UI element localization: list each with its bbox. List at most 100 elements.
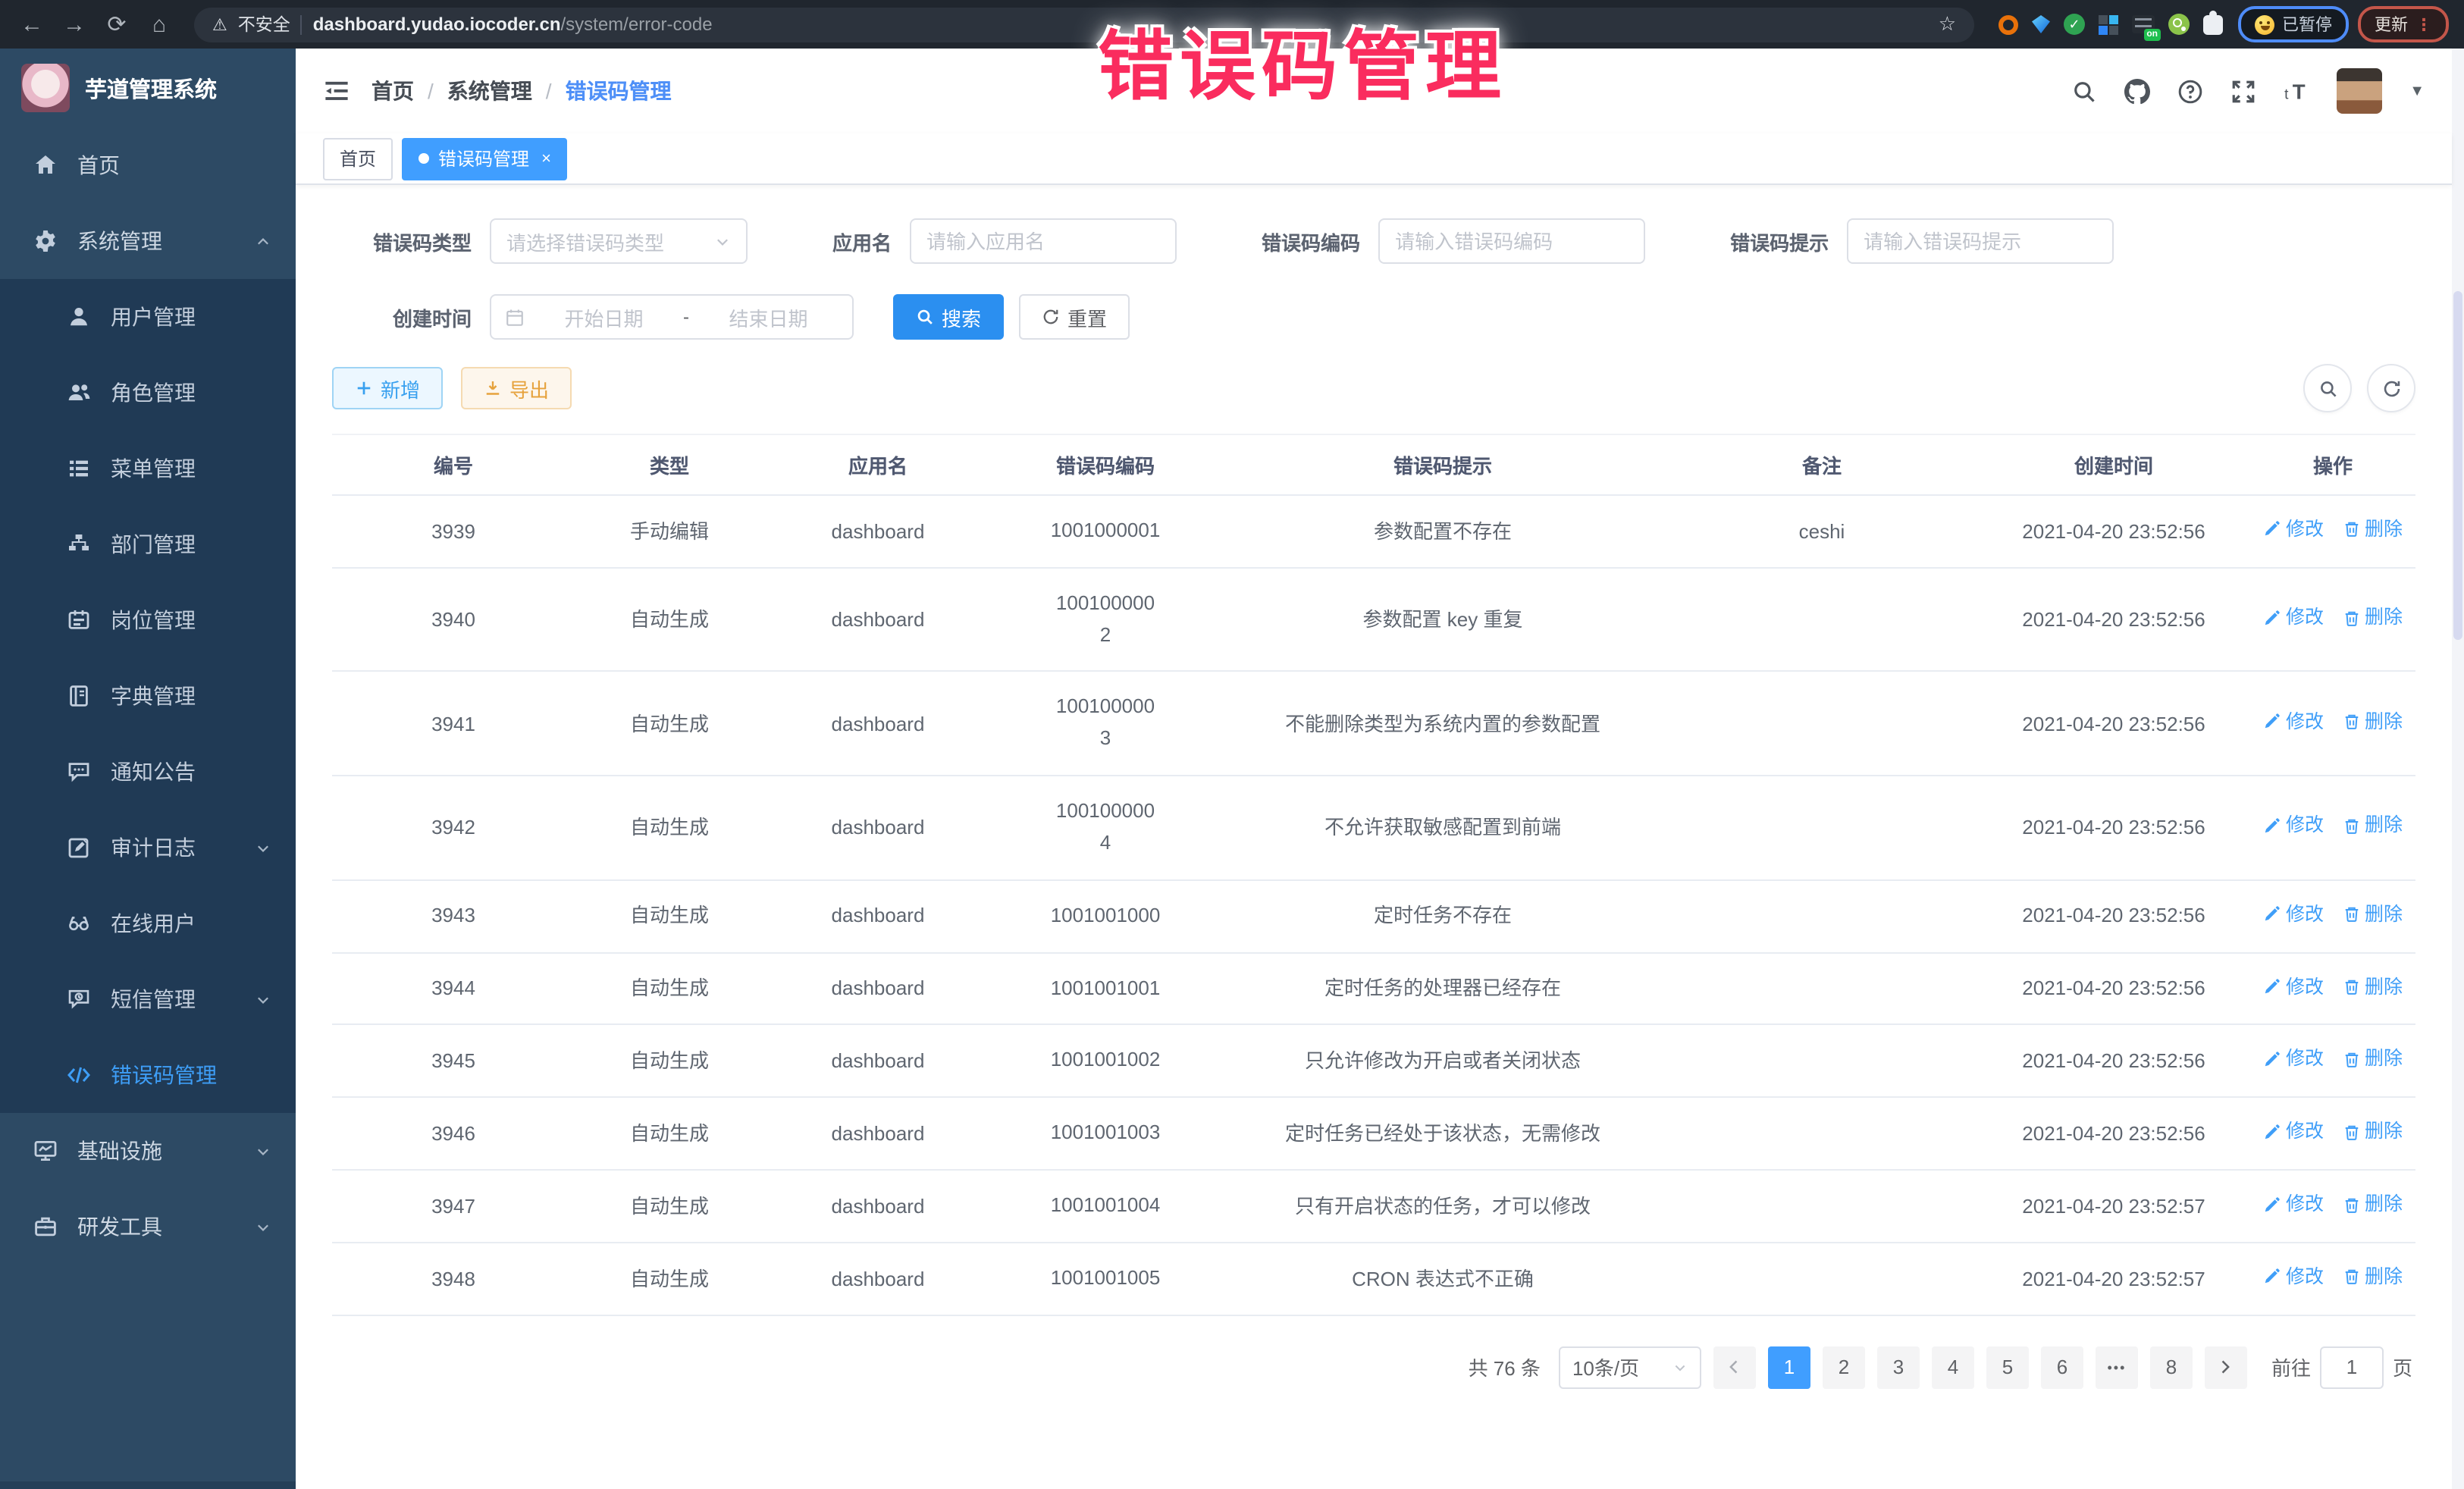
edit-link[interactable]: 修改 [2263, 1045, 2324, 1074]
scrollbar-thumb[interactable] [2453, 291, 2462, 640]
edit-link[interactable]: 修改 [2263, 973, 2324, 1002]
page-button[interactable]: 6 [2041, 1346, 2083, 1389]
delete-link[interactable]: 删除 [2342, 973, 2403, 1002]
sidebar-item[interactable]: 岗位管理 [0, 582, 296, 658]
sidebar-item[interactable]: 审计日志 [0, 810, 296, 886]
prev-page-button[interactable] [1713, 1346, 1756, 1389]
address-bar[interactable]: ⚠ 不安全 dashboard.yudao.iocoder.cn/system/… [194, 7, 1974, 42]
help-icon[interactable] [2177, 78, 2203, 104]
sidebar-item[interactable]: 在线用户 [0, 886, 296, 961]
delete-link[interactable]: 删除 [2342, 1263, 2403, 1292]
export-button[interactable]: 导出 [461, 367, 572, 409]
back-icon[interactable]: ← [15, 11, 49, 37]
green-check-extension-icon[interactable] [2064, 14, 2085, 35]
delete-link[interactable]: 删除 [2342, 1190, 2403, 1219]
sidebar-item[interactable]: 首页 [0, 127, 296, 203]
next-page-button[interactable] [2205, 1346, 2247, 1389]
delete-link[interactable]: 删除 [2342, 812, 2403, 841]
orange-ring-extension-icon[interactable] [1998, 14, 2018, 34]
edit-link[interactable]: 修改 [2263, 812, 2324, 841]
update-button[interactable]: 更新 ⋮ [2358, 6, 2449, 42]
tab-home[interactable]: 首页 [323, 137, 393, 180]
cell-type: 自动生成 [575, 952, 764, 1025]
edit-link[interactable]: 修改 [2263, 1263, 2324, 1292]
user-avatar[interactable] [2337, 68, 2382, 114]
goto-page-input[interactable] [2320, 1346, 2384, 1389]
cell-memo: ceshi [1666, 495, 1977, 568]
edit-link[interactable]: 修改 [2263, 708, 2324, 737]
search-icon[interactable] [2071, 78, 2097, 104]
reset-button[interactable]: 重置 [1019, 294, 1130, 340]
edit-link[interactable]: 修改 [2263, 1118, 2324, 1147]
delete-link[interactable]: 删除 [2342, 1045, 2403, 1074]
table-search-button[interactable] [2303, 364, 2352, 412]
edit-link[interactable]: 修改 [2263, 900, 2324, 929]
key-extension-icon[interactable] [2168, 14, 2190, 35]
breadcrumb-item[interactable]: 系统管理 [447, 76, 532, 106]
more-pages-button[interactable]: ••• [2096, 1346, 2138, 1389]
table-refresh-button[interactable] [2367, 364, 2415, 412]
chevron-down-icon[interactable]: ▼ [2409, 83, 2425, 99]
sidebar-item[interactable]: 用户管理 [0, 279, 296, 355]
grid-extension-icon[interactable] [2099, 14, 2118, 34]
error-msg-input[interactable] [1847, 218, 2114, 264]
end-date-placeholder[interactable]: 结束日期 [698, 303, 839, 331]
start-date-placeholder[interactable]: 开始日期 [534, 303, 674, 331]
search-button[interactable]: 搜索 [893, 294, 1004, 340]
sidebar-toggle-icon[interactable] [323, 77, 350, 105]
app-name-input[interactable] [910, 218, 1177, 264]
sidebar-item[interactable]: 基础设施 [0, 1113, 296, 1189]
breadcrumb: 首页/系统管理/错误码管理 [371, 76, 672, 106]
list-extension-icon[interactable]: on [2132, 15, 2155, 33]
close-icon[interactable]: × [541, 149, 551, 168]
sidebar-item[interactable]: 系统管理 [0, 203, 296, 279]
date-range-picker[interactable]: 开始日期 - 结束日期 [490, 294, 854, 340]
error-type-select[interactable]: 请选择错误码类型 [490, 218, 748, 264]
error-code-input[interactable] [1378, 218, 1645, 264]
edit-link[interactable]: 修改 [2263, 603, 2324, 632]
page-size-select[interactable]: 10条/页 [1559, 1346, 1701, 1389]
delete-link[interactable]: 删除 [2342, 516, 2403, 544]
puzzle-extension-icon[interactable] [2203, 14, 2223, 34]
delete-link[interactable]: 删除 [2342, 603, 2403, 632]
cell-memo [1666, 952, 1977, 1025]
download-icon [484, 379, 502, 397]
sidebar-item[interactable]: 短信管理 [0, 961, 296, 1037]
sidebar-item[interactable]: 菜单管理 [0, 431, 296, 506]
edit-link[interactable]: 修改 [2263, 1190, 2324, 1219]
sidebar-item[interactable]: 错误码管理 [0, 1037, 296, 1113]
breadcrumb-item[interactable]: 首页 [371, 76, 414, 106]
menu-list-icon [67, 456, 91, 481]
sidebar-item[interactable]: 研发工具 [0, 1189, 296, 1265]
github-icon[interactable] [2124, 78, 2150, 104]
blue-gem-extension-icon[interactable] [2032, 15, 2050, 33]
font-size-icon[interactable]: tT [2284, 78, 2309, 104]
add-button[interactable]: 新增 [332, 367, 443, 409]
sidebar-item[interactable]: 字典管理 [0, 658, 296, 734]
page-scrollbar[interactable] [2452, 49, 2464, 1489]
trash-icon [2342, 1051, 2360, 1069]
sidebar-item[interactable]: 部门管理 [0, 506, 296, 582]
delete-link[interactable]: 删除 [2342, 900, 2403, 929]
page-button[interactable]: 8 [2150, 1346, 2193, 1389]
forward-icon[interactable]: → [58, 11, 91, 37]
bookmark-star-icon[interactable]: ☆ [1939, 12, 1956, 36]
profile-paused-pill[interactable]: 已暂停 [2238, 6, 2349, 42]
page-button[interactable]: 3 [1877, 1346, 1920, 1389]
tab-error-code[interactable]: 错误码管理× [402, 137, 568, 180]
edit-link[interactable]: 修改 [2263, 516, 2324, 544]
cell-time: 2021-04-20 23:52:56 [1977, 495, 2250, 568]
page-button[interactable]: 4 [1932, 1346, 1974, 1389]
delete-link[interactable]: 删除 [2342, 1118, 2403, 1147]
reload-icon[interactable]: ⟳ [100, 11, 133, 38]
sidebar-item[interactable]: 通知公告 [0, 734, 296, 810]
delete-link[interactable]: 删除 [2342, 708, 2403, 737]
fullscreen-icon[interactable] [2230, 78, 2256, 104]
sidebar-item[interactable]: 角色管理 [0, 355, 296, 431]
page-button[interactable]: 5 [1986, 1346, 2029, 1389]
menu-dots-icon[interactable]: ⋮ [2415, 14, 2432, 34]
page-button[interactable]: 2 [1823, 1346, 1865, 1389]
home-icon[interactable]: ⌂ [143, 11, 176, 37]
page-button[interactable]: 1 [1768, 1346, 1810, 1389]
pagination: 共 76 条10条/页123456•••8前往页 [332, 1346, 2415, 1389]
